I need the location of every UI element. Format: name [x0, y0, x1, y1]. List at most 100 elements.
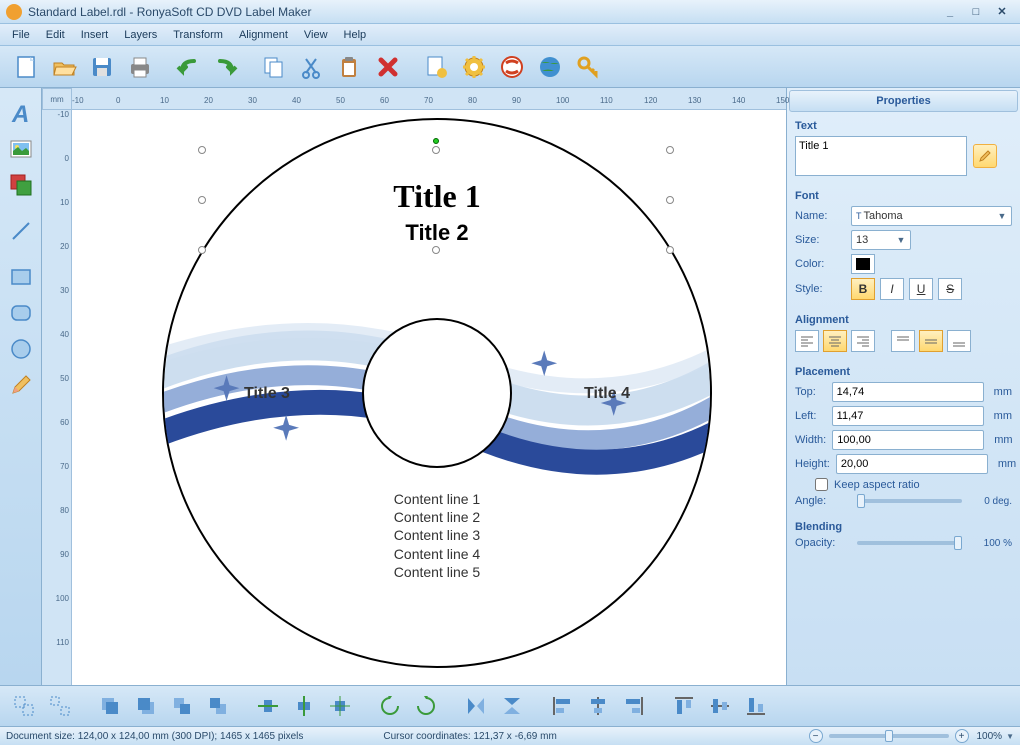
copy-button[interactable] — [256, 49, 292, 85]
canvas[interactable]: Title 1 Title 2 Title 3 Title 4 Content … — [72, 110, 786, 685]
align-center-button[interactable] — [823, 330, 847, 352]
group-button[interactable] — [8, 690, 40, 722]
title-1[interactable]: Title 1 — [393, 178, 480, 215]
print-button[interactable] — [122, 49, 158, 85]
app-icon — [6, 4, 22, 20]
menubar: File Edit Insert Layers Transform Alignm… — [0, 24, 1020, 46]
zoom-out-button[interactable]: − — [809, 729, 823, 743]
flip-h-button[interactable] — [460, 690, 492, 722]
pencil-tool[interactable] — [4, 368, 38, 402]
save-button[interactable] — [84, 49, 120, 85]
title-2[interactable]: Title 2 — [405, 220, 468, 246]
close-button[interactable]: ✕ — [990, 4, 1014, 20]
main-toolbar — [0, 46, 1020, 88]
cd-label[interactable]: Title 1 Title 2 Title 3 Title 4 Content … — [162, 118, 712, 668]
flip-v-button[interactable] — [496, 690, 528, 722]
rounded-rect-tool[interactable] — [4, 296, 38, 330]
window-title: Standard Label.rdl - RonyaSoft CD DVD La… — [28, 5, 936, 19]
menu-view[interactable]: View — [296, 27, 336, 43]
menu-insert[interactable]: Insert — [73, 27, 117, 43]
font-size-combo[interactable]: 13▼ — [851, 230, 911, 250]
ruler-unit: mm — [42, 88, 72, 110]
italic-button[interactable]: I — [880, 278, 904, 300]
help-button[interactable] — [494, 49, 530, 85]
bold-button[interactable]: B — [851, 278, 875, 300]
line-tool[interactable] — [4, 214, 38, 248]
align-top-edges-button[interactable] — [668, 690, 700, 722]
menu-alignment[interactable]: Alignment — [231, 27, 296, 43]
delete-button[interactable] — [370, 49, 406, 85]
menu-transform[interactable]: Transform — [165, 27, 231, 43]
layers-tool[interactable] — [4, 168, 38, 202]
left-toolbar: A — [0, 88, 42, 685]
image-tool[interactable] — [4, 132, 38, 166]
strike-button[interactable]: S — [938, 278, 962, 300]
left-input[interactable] — [832, 406, 984, 426]
top-input[interactable] — [832, 382, 984, 402]
zoom-in-button[interactable]: + — [955, 729, 969, 743]
web-button[interactable] — [532, 49, 568, 85]
paste-button[interactable] — [332, 49, 368, 85]
rotate-right-button[interactable] — [410, 690, 442, 722]
opacity-slider[interactable] — [857, 541, 962, 545]
menu-layers[interactable]: Layers — [116, 27, 165, 43]
properties-panel: Properties Text Font Name: TTahoma▼ Size… — [786, 88, 1020, 685]
undo-button[interactable] — [170, 49, 206, 85]
ungroup-button[interactable] — [44, 690, 76, 722]
new-button[interactable] — [8, 49, 44, 85]
align-right-button[interactable] — [851, 330, 875, 352]
title-4[interactable]: Title 4 — [584, 385, 630, 403]
maximize-button[interactable]: □ — [964, 4, 988, 20]
align-left-edges-button[interactable] — [546, 690, 578, 722]
canvas-area: mm -10 0 10 20 30 40 50 60 70 80 90 100 … — [42, 88, 786, 685]
text-input[interactable] — [795, 136, 967, 176]
valign-top-button[interactable] — [891, 330, 915, 352]
bring-front-button[interactable] — [94, 690, 126, 722]
open-button[interactable] — [46, 49, 82, 85]
send-backward-button[interactable] — [202, 690, 234, 722]
center-v-button[interactable] — [288, 690, 320, 722]
title-3[interactable]: Title 3 — [244, 385, 290, 403]
menu-edit[interactable]: Edit — [38, 27, 73, 43]
blending-section-label: Blending — [795, 519, 1012, 537]
menu-file[interactable]: File — [4, 27, 38, 43]
ellipse-tool[interactable] — [4, 332, 38, 366]
send-back-button[interactable] — [130, 690, 162, 722]
content-block[interactable]: Content line 1 Content line 2 Content li… — [394, 490, 480, 581]
underline-button[interactable]: U — [909, 278, 933, 300]
status-docsize: Document size: 124,00 x 124,00 mm (300 D… — [6, 731, 303, 742]
minimize-button[interactable]: _ — [938, 4, 962, 20]
settings-button[interactable] — [456, 49, 492, 85]
text-tool[interactable]: A — [4, 96, 38, 130]
angle-slider[interactable] — [857, 499, 962, 503]
status-cursor: Cursor coordinates: 121,37 x -6,69 mm — [383, 731, 556, 742]
redo-button[interactable] — [208, 49, 244, 85]
font-name-combo[interactable]: TTahoma▼ — [851, 206, 1012, 226]
keep-aspect-checkbox[interactable] — [815, 478, 828, 491]
font-color-button[interactable] — [851, 254, 875, 274]
center-both-button[interactable] — [324, 690, 356, 722]
align-bottom-edges-button[interactable] — [740, 690, 772, 722]
valign-bottom-button[interactable] — [947, 330, 971, 352]
width-input[interactable] — [832, 430, 984, 450]
align-right-edges-button[interactable] — [618, 690, 650, 722]
key-button[interactable] — [570, 49, 606, 85]
edit-text-button[interactable] — [973, 144, 997, 168]
align-left-button[interactable] — [795, 330, 819, 352]
placement-section-label: Placement — [795, 364, 1012, 382]
align-center-h-button[interactable] — [582, 690, 614, 722]
bring-forward-button[interactable] — [166, 690, 198, 722]
center-h-button[interactable] — [252, 690, 284, 722]
zoom-value: 100% — [977, 731, 1003, 742]
rotate-left-button[interactable] — [374, 690, 406, 722]
menu-help[interactable]: Help — [336, 27, 375, 43]
page-setup-button[interactable] — [418, 49, 454, 85]
zoom-slider[interactable] — [829, 734, 949, 738]
rectangle-tool[interactable] — [4, 260, 38, 294]
height-input[interactable] — [836, 454, 988, 474]
valign-middle-button[interactable] — [919, 330, 943, 352]
align-center-v-button[interactable] — [704, 690, 736, 722]
titlebar: Standard Label.rdl - RonyaSoft CD DVD La… — [0, 0, 1020, 24]
svg-text:A: A — [11, 101, 29, 126]
cut-button[interactable] — [294, 49, 330, 85]
